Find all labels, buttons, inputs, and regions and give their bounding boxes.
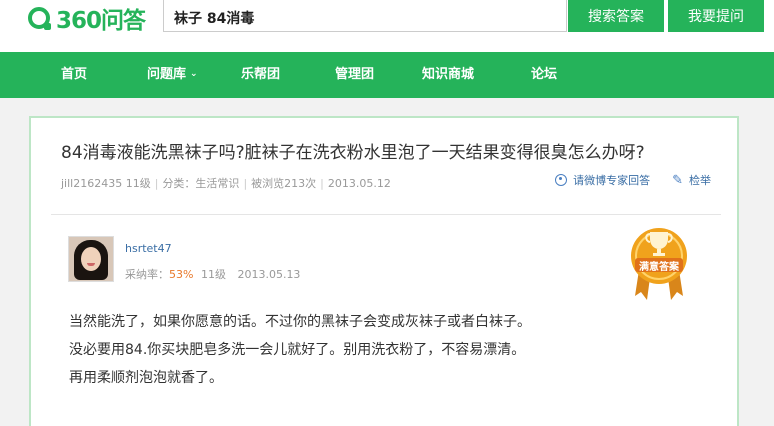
answer-author-level: 11级	[200, 268, 226, 281]
question-author[interactable]: jill2162435	[61, 177, 122, 190]
report-link[interactable]: ✎ 检举	[650, 172, 711, 188]
answer-date: 2013.05.13	[237, 268, 301, 281]
adopt-rate-label: 采纳率：	[125, 268, 169, 281]
nav-admin-team[interactable]: 管理团	[335, 52, 374, 98]
pen-icon: ✎	[672, 172, 683, 188]
answer-line: 当然能洗了，如果你愿意的话。不过你的黑袜子会变成灰袜子或者白袜子。	[69, 314, 531, 330]
chevron-down-icon: ⌄	[190, 69, 198, 79]
best-answer-badge: 满意答案	[627, 222, 691, 300]
top-bar: 360问答 袜子 84消毒 搜索答案 我要提问	[0, 0, 774, 52]
main-nav: 首页 问题库 ⌄ 乐帮团 管理团 知识商城 论坛	[0, 52, 774, 98]
nav-home[interactable]: 首页	[61, 52, 87, 98]
badge-label: 满意答案	[639, 262, 679, 273]
question-author-level: 11级	[125, 177, 151, 190]
answer-line: 没必要用84.你买块肥皂多洗一会儿就好了。别用洗衣粉了，不容易漂清。	[69, 342, 526, 358]
answer-author[interactable]: hsrtet47	[125, 242, 172, 255]
answer-body: 当然能洗了，如果你愿意的话。不过你的黑袜子会变成灰袜子或者白袜子。 没必要用84…	[69, 308, 531, 392]
site-logo[interactable]: 360问答	[28, 3, 146, 34]
avatar[interactable]	[68, 236, 114, 282]
question-title: 84消毒液能洗黑袜子吗?脏袜子在洗衣粉水里泡了一天结果变得很臭怎么办呀?	[61, 143, 645, 163]
answer-line: 再用柔顺剂泡泡就香了。	[69, 370, 223, 386]
ask-question-button[interactable]: 我要提问	[668, 0, 764, 32]
user-icon	[555, 174, 568, 186]
nav-question-library[interactable]: 问题库 ⌄	[147, 52, 198, 98]
question-views: 被浏览213次	[251, 177, 317, 190]
nav-knowledge-mall[interactable]: 知识商城	[422, 52, 474, 98]
answer-meta: 采纳率：53% 11级 2013.05.13	[125, 266, 300, 282]
search-input[interactable]: 袜子 84消毒	[163, 0, 567, 32]
question-actions: 请微博专家回答 ✎ 检举	[555, 172, 711, 188]
nav-forum[interactable]: 论坛	[531, 52, 557, 98]
logo-text: 360问答	[56, 8, 146, 34]
nav-help-team[interactable]: 乐帮团	[241, 52, 280, 98]
question-date: 2013.05.12	[327, 177, 391, 190]
question-card: 84消毒液能洗黑袜子吗?脏袜子在洗衣粉水里泡了一天结果变得很臭怎么办呀? jil…	[29, 116, 739, 426]
question-category[interactable]: 分类：生活常识	[162, 177, 239, 190]
search-button[interactable]: 搜索答案	[568, 0, 664, 32]
divider	[51, 214, 721, 215]
adopt-rate: 53%	[169, 268, 194, 281]
question-meta: jill2162435 11级 | 分类：生活常识 | 被浏览213次 | 2013.05.…	[61, 177, 391, 190]
logo-ring-icon	[28, 7, 51, 30]
invite-expert-link[interactable]: 请微博专家回答	[555, 172, 650, 188]
